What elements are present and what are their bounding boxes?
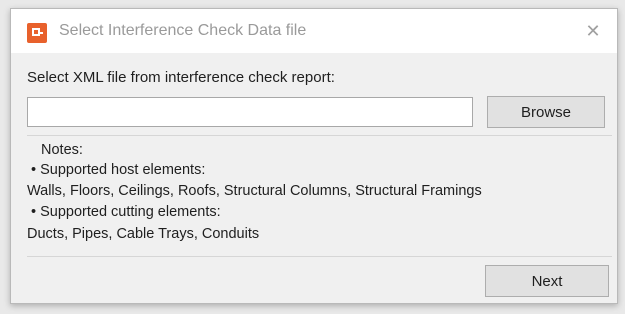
- interference-dialog: Select Interference Check Data file ✕ Se…: [10, 8, 618, 304]
- notes-line: Ducts, Pipes, Cable Trays, Conduits: [27, 226, 260, 242]
- file-prompt-label: Select XML file from interference check …: [27, 69, 335, 86]
- notes-line: • Supported host elements:: [31, 162, 206, 178]
- notes-line: • Supported cutting elements:: [31, 204, 221, 220]
- browse-button[interactable]: Browse: [487, 96, 605, 128]
- notes-panel: Notes: • Supported host elements: Walls,…: [27, 135, 612, 257]
- dialog-title: Select Interference Check Data file: [59, 22, 307, 39]
- close-icon[interactable]: ✕: [581, 19, 605, 43]
- xml-file-path-input[interactable]: [27, 97, 473, 127]
- notes-title: Notes:: [41, 142, 83, 158]
- next-button[interactable]: Next: [485, 265, 609, 297]
- title-bar: Select Interference Check Data file ✕: [11, 9, 617, 53]
- app-logo-icon: [27, 23, 47, 43]
- notes-line: Walls, Floors, Ceilings, Roofs, Structur…: [27, 183, 482, 199]
